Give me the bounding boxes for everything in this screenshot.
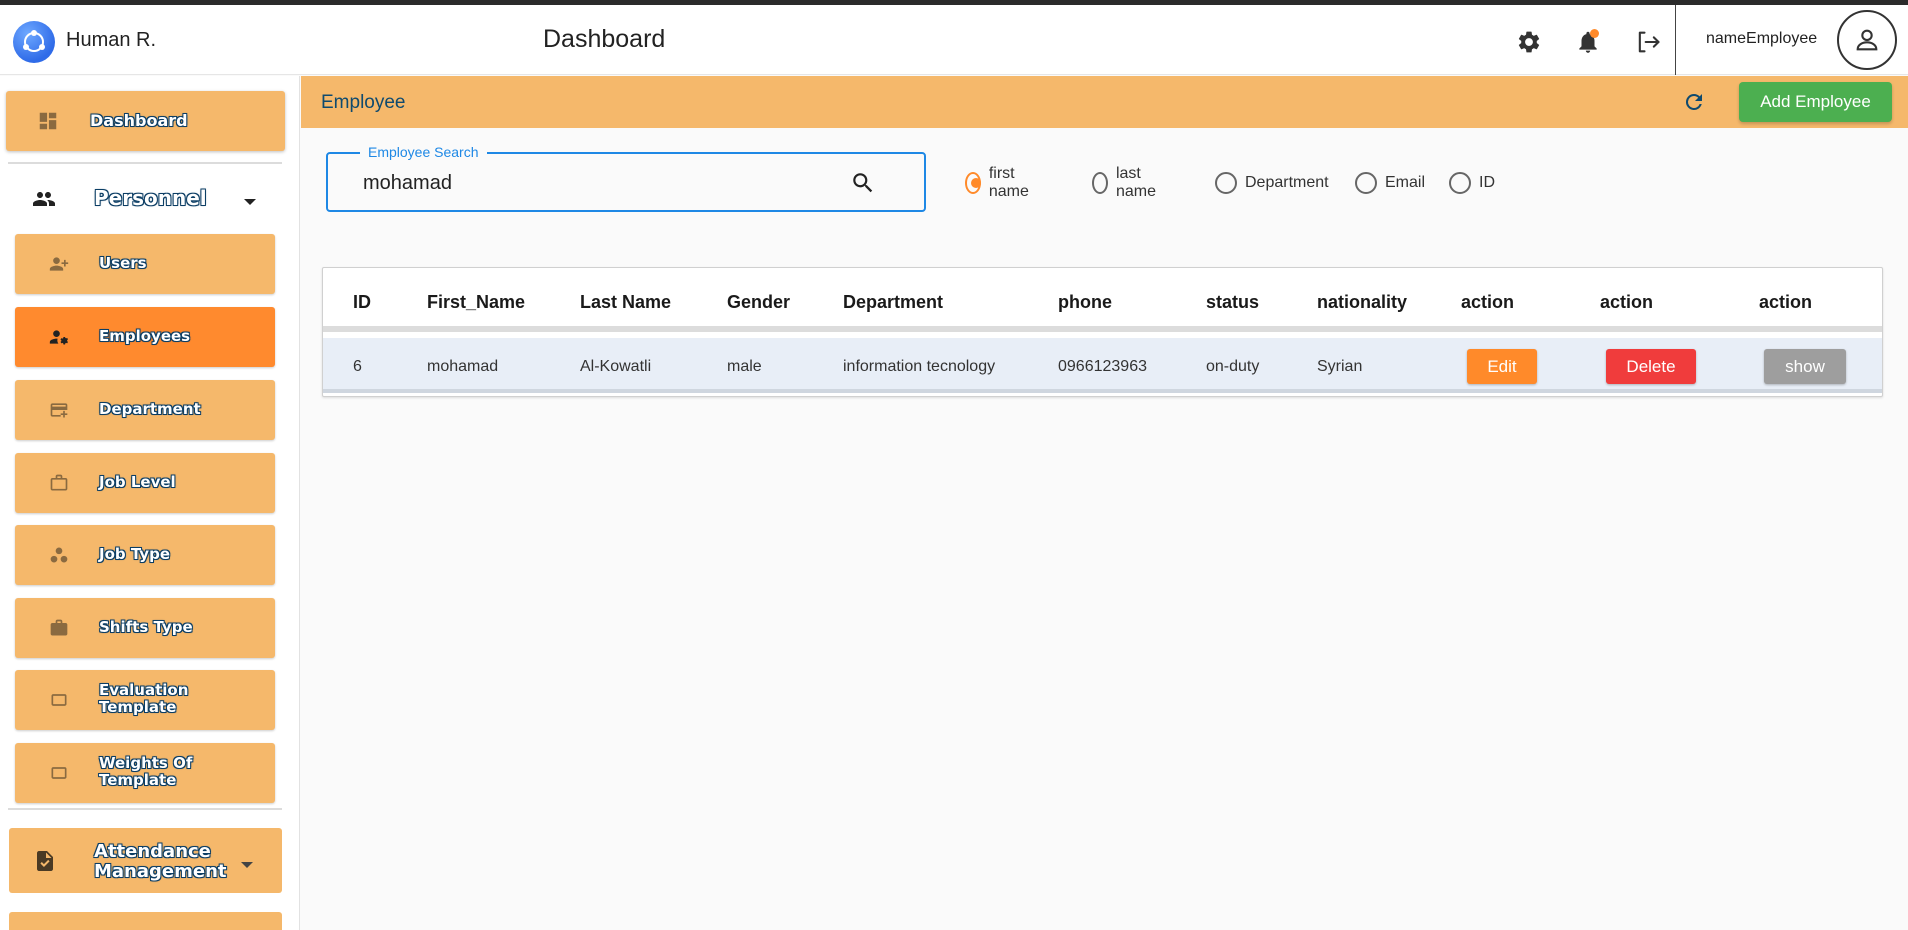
refresh-icon[interactable] xyxy=(1680,88,1708,116)
add-employee-button[interactable]: Add Employee xyxy=(1739,82,1892,122)
sidebar-item-users[interactable]: Users xyxy=(15,234,275,294)
account-icon[interactable] xyxy=(1837,10,1897,70)
divider xyxy=(8,808,282,810)
logout-icon[interactable] xyxy=(1632,26,1664,58)
radio-label: Email xyxy=(1385,174,1426,191)
delete-button[interactable]: Delete xyxy=(1606,349,1696,384)
username: nameEmployee xyxy=(1706,30,1818,47)
briefcase-outline-icon xyxy=(47,473,71,498)
column-header-department: Department xyxy=(843,292,944,312)
sidebar-item-employees[interactable]: Employees xyxy=(15,307,275,367)
notification-dot xyxy=(1590,29,1599,38)
column-header-action: action xyxy=(1600,292,1654,312)
sidebar-item-dashboard[interactable]: Dashboard xyxy=(6,91,285,151)
page-title: Dashboard xyxy=(543,25,666,53)
table-row: 6 mohamad Al-Kowatli male information te… xyxy=(323,338,1882,393)
radio-label: Department xyxy=(1245,174,1329,191)
sidebar-item-partial[interactable] xyxy=(9,912,282,930)
cell-id: 6 xyxy=(353,358,362,375)
search-icon[interactable] xyxy=(850,170,876,201)
column-header-phone: phone xyxy=(1058,292,1112,312)
brand-name: Human R. xyxy=(66,29,157,51)
cell-nationality: Syrian xyxy=(1317,358,1363,375)
sidebar-group-label: Attendance Management xyxy=(94,841,227,882)
radio-button[interactable] xyxy=(1215,172,1237,194)
sidebar-item-label: Users xyxy=(99,254,147,272)
radio-email[interactable]: Email xyxy=(1355,171,1425,195)
sidebar-item-label: Job Type xyxy=(99,545,170,563)
header-divider xyxy=(1675,5,1676,75)
manage-accounts-icon xyxy=(47,327,71,352)
chevron-down-icon xyxy=(240,856,254,874)
radio-button[interactable] xyxy=(1092,172,1108,194)
column-header-action: action xyxy=(1759,292,1813,312)
cell-first-name: mohamad xyxy=(427,358,499,375)
cell-department: information tecnology xyxy=(843,358,996,375)
cell-gender: male xyxy=(727,358,762,375)
radio-department[interactable]: Department xyxy=(1215,171,1329,195)
notification-bell-icon[interactable] xyxy=(1572,26,1604,58)
sidebar-item-job-type[interactable]: Job Type xyxy=(15,525,275,585)
sidebar-group-attendance[interactable]: Attendance Management xyxy=(9,828,282,893)
sidebar-item-label: Weights Of Template xyxy=(99,754,193,789)
sidebar-item-evaluation-template[interactable]: Evaluation Template xyxy=(15,670,275,730)
edit-button[interactable]: Edit xyxy=(1467,349,1537,384)
radio-id[interactable]: ID xyxy=(1449,171,1495,195)
table-header: ID First_Name Last Name Gender Departmen… xyxy=(323,268,1882,332)
radio-label: last name xyxy=(1115,165,1156,200)
show-button[interactable]: show xyxy=(1764,349,1846,384)
employee-table: ID First_Name Last Name Gender Departmen… xyxy=(322,267,1883,397)
section-header: Employee Add Employee xyxy=(301,76,1908,128)
sidebar-group-label: Personnel xyxy=(94,186,207,210)
crop-landscape-icon xyxy=(47,763,71,788)
section-title: Employee xyxy=(321,92,406,113)
sidebar-item-job-level[interactable]: Job Level xyxy=(15,453,275,513)
radio-last-name[interactable]: last name xyxy=(1092,165,1162,200)
card-icon xyxy=(47,400,71,425)
column-header-first-name: First_Name xyxy=(427,292,526,312)
column-header-action: action xyxy=(1461,292,1515,312)
settings-icon[interactable] xyxy=(1513,26,1545,58)
column-header-gender: Gender xyxy=(727,292,791,312)
sidebar-item-shifts-type[interactable]: Shifts Type xyxy=(15,598,275,658)
sidebar-item-label: Employees xyxy=(99,327,191,345)
person-add-icon xyxy=(47,254,71,279)
sidebar-item-label: Department xyxy=(99,400,201,418)
column-header-status: status xyxy=(1206,292,1260,312)
sidebar-item-label: Job Level xyxy=(99,473,176,491)
search-label: Employee Search xyxy=(360,144,487,160)
radio-first-name[interactable]: first name xyxy=(965,165,1035,200)
sidebar: Dashboard Personnel Users Employees Depa… xyxy=(0,76,300,930)
cell-phone: 0966123963 xyxy=(1058,358,1147,375)
radio-label: ID xyxy=(1479,174,1495,191)
assignment-check-icon xyxy=(33,848,57,879)
crop-landscape-icon xyxy=(47,690,71,715)
app-logo-icon xyxy=(13,21,55,63)
cell-last-name: Al-Kowatli xyxy=(580,358,652,375)
radio-button[interactable] xyxy=(1449,172,1471,194)
column-header-nationality: nationality xyxy=(1317,292,1408,312)
people-icon xyxy=(30,187,58,216)
briefcase-icon xyxy=(47,618,71,643)
app-header: Human R. Dashboard nameEmployee xyxy=(0,5,1908,75)
column-header-id: ID xyxy=(353,292,371,312)
radio-button[interactable] xyxy=(1355,172,1377,194)
cell-status: on-duty xyxy=(1206,358,1260,375)
radio-button[interactable] xyxy=(965,172,981,194)
dashboard-icon xyxy=(37,110,59,137)
sidebar-item-department[interactable]: Department xyxy=(15,380,275,440)
column-header-last-name: Last Name xyxy=(580,292,672,312)
sidebar-item-label: Shifts Type xyxy=(99,618,193,636)
sidebar-item-weights-of-template[interactable]: Weights Of Template xyxy=(15,743,275,803)
sidebar-item-label: Evaluation Template xyxy=(99,681,189,716)
sidebar-item-label: Dashboard xyxy=(90,111,188,130)
radio-label: first name xyxy=(988,165,1029,200)
sidebar-group-personnel[interactable]: Personnel xyxy=(10,169,280,229)
employee-search-field[interactable]: Employee Search xyxy=(326,144,926,212)
divider xyxy=(8,162,282,164)
search-input[interactable] xyxy=(363,172,813,195)
chevron-down-icon xyxy=(243,193,257,211)
workspaces-icon xyxy=(47,545,71,570)
